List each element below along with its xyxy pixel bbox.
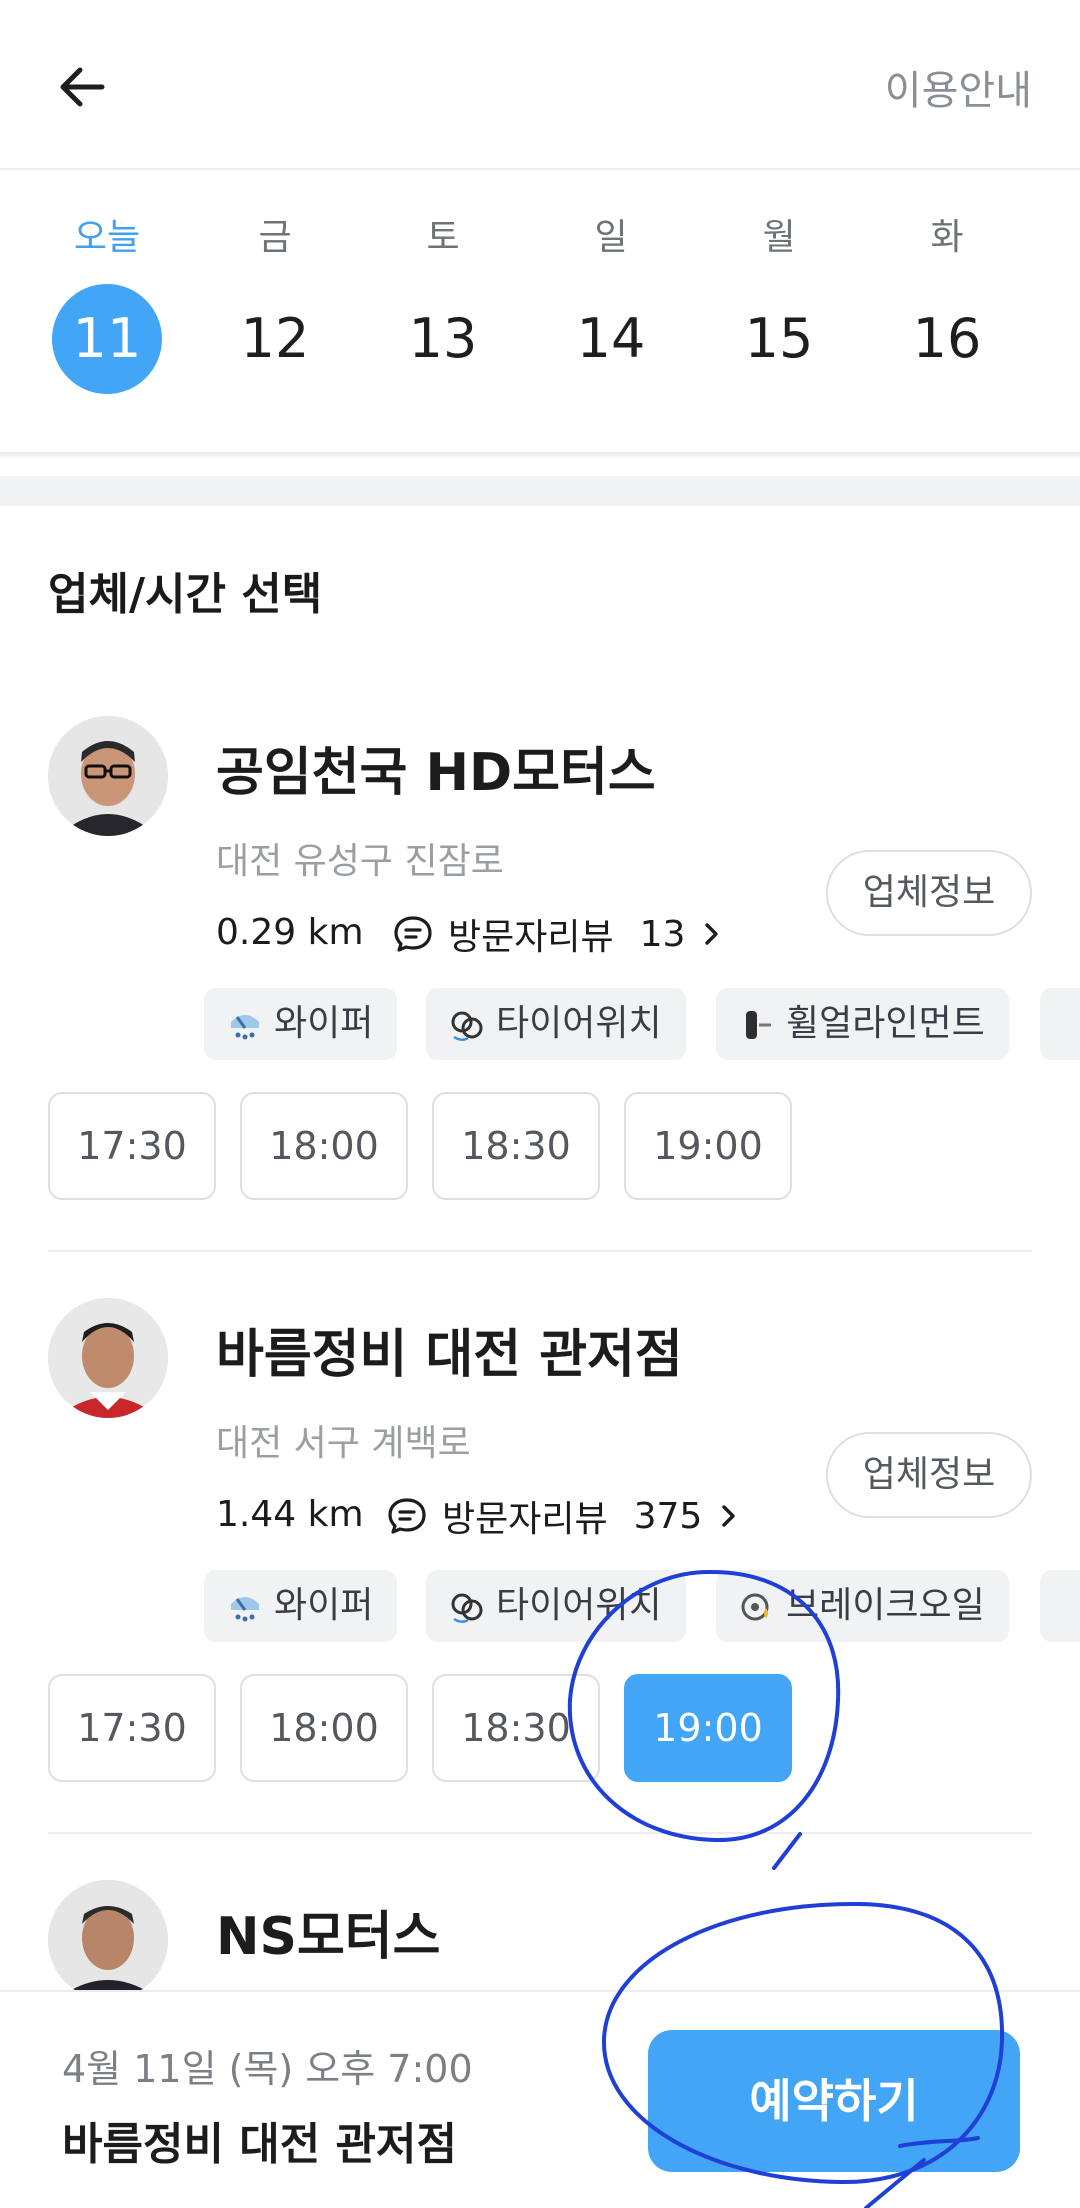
shop-info-button[interactable]: 업체정보 bbox=[826, 850, 1032, 936]
time-slot[interactable]: 18:00 bbox=[240, 1092, 408, 1200]
date-item-16[interactable]: 화 16 bbox=[882, 210, 1012, 394]
section-title: 업체/시간 선택 bbox=[48, 569, 323, 620]
review-label: 방문자리뷰 bbox=[448, 917, 614, 958]
shop-address: 대전 유성구 진잠로 bbox=[216, 841, 504, 882]
reservation-shop-name: 바름정비 대전 관저점 bbox=[62, 2119, 457, 2170]
chat-bubble-icon bbox=[394, 916, 432, 952]
shop-card: NS모터스 bbox=[0, 1880, 1080, 1990]
shop-card: 바름정비 대전 관저점 대전 서구 계백로 1.44 km 방문자리뷰 375 … bbox=[0, 1298, 1080, 1788]
arrow-left-icon bbox=[60, 67, 105, 107]
shop-divider bbox=[48, 1832, 1032, 1834]
service-tag-label: 와이퍼 bbox=[274, 1585, 374, 1626]
review-link[interactable]: 방문자리뷰 13 bbox=[392, 908, 723, 960]
service-tag[interactable]: 타이어위치 bbox=[426, 1570, 686, 1642]
date-item-13[interactable]: 토 13 bbox=[378, 210, 508, 394]
time-slot[interactable]: 19:00 bbox=[624, 1092, 792, 1200]
service-tag[interactable]: 와이퍼 bbox=[204, 988, 398, 1060]
time-slot[interactable]: 17:30 bbox=[48, 1674, 216, 1782]
chevron-right-icon bbox=[705, 923, 719, 945]
section-gap bbox=[0, 476, 1080, 506]
shop-name[interactable]: 공임천국 HD모터스 bbox=[216, 730, 656, 805]
date-item-15[interactable]: 월 15 bbox=[714, 210, 844, 394]
shop-distance: 1.44 km bbox=[216, 1494, 364, 1535]
tire-rotation-icon bbox=[451, 1593, 483, 1623]
wheel-alignment-icon bbox=[746, 1011, 771, 1039]
date-weekday: 일 bbox=[594, 217, 628, 258]
shop-name[interactable]: 바름정비 대전 관저점 bbox=[216, 1312, 683, 1387]
date-item-12[interactable]: 금 12 bbox=[210, 210, 340, 394]
wiper-icon bbox=[231, 1597, 259, 1622]
shop-card: 공임천국 HD모터스 대전 유성구 진잠로 0.29 km 방문자리뷰 13 업… bbox=[0, 716, 1080, 1206]
service-tag-more[interactable] bbox=[1040, 1570, 1080, 1642]
service-tag[interactable]: 타이어위치 bbox=[426, 988, 686, 1060]
date-item-14[interactable]: 일 14 bbox=[546, 210, 676, 394]
time-slot[interactable]: 18:30 bbox=[432, 1092, 600, 1200]
chat-bubble-icon bbox=[388, 1498, 426, 1534]
wiper-icon bbox=[231, 1015, 259, 1040]
back-button[interactable] bbox=[50, 52, 120, 122]
time-slot[interactable]: 17:30 bbox=[48, 1092, 216, 1200]
service-tag-more[interactable] bbox=[1040, 988, 1080, 1060]
top-bar: 이용안내 bbox=[0, 0, 1080, 168]
reserve-button[interactable]: 예약하기 bbox=[648, 2030, 1020, 2172]
date-number: 15 bbox=[744, 307, 814, 370]
reservation-datetime: 4월 11일 (목) 오후 7:00 bbox=[62, 2047, 473, 2091]
service-tag-label: 브레이크오일 bbox=[786, 1585, 985, 1626]
date-weekday: 오늘 bbox=[73, 217, 141, 258]
date-number: 12 bbox=[240, 307, 310, 370]
shop-info-button[interactable]: 업체정보 bbox=[826, 1432, 1032, 1518]
brake-oil-icon bbox=[741, 1593, 769, 1621]
usage-guide-link[interactable]: 이용안내 bbox=[885, 58, 1032, 116]
service-tags: 와이퍼 타이어위치 휠얼라인먼트 bbox=[204, 988, 1080, 1060]
avatar bbox=[48, 716, 168, 836]
review-label: 방문자리뷰 bbox=[442, 1499, 608, 1540]
shop-address: 대전 서구 계백로 bbox=[216, 1423, 471, 1464]
reservation-bar: 4월 11일 (목) 오후 7:00 바름정비 대전 관저점 예약하기 bbox=[0, 1990, 1080, 2208]
service-tag[interactable]: 브레이크오일 bbox=[716, 1570, 1009, 1642]
service-tags: 와이퍼 타이어위치 브레이크오일 bbox=[204, 1570, 1080, 1642]
date-strip-shadow bbox=[0, 452, 1080, 460]
service-tag[interactable]: 휠얼라인먼트 bbox=[716, 988, 1009, 1060]
service-tag-label: 타이어위치 bbox=[496, 1003, 662, 1044]
date-weekday: 월 bbox=[762, 217, 796, 258]
shop-distance: 0.29 km bbox=[216, 912, 364, 953]
date-selector: 오늘 11 금 12 토 13 일 14 월 15 화 16 bbox=[0, 170, 1080, 456]
review-count: 13 bbox=[639, 913, 686, 955]
service-tag[interactable]: 와이퍼 bbox=[204, 1570, 398, 1642]
annotation-tail-time-slot bbox=[772, 1832, 802, 1870]
service-tag-label: 타이어위치 bbox=[496, 1585, 662, 1626]
date-weekday: 금 bbox=[258, 217, 292, 258]
date-number: 16 bbox=[912, 307, 982, 370]
avatar bbox=[48, 1880, 168, 1990]
date-weekday: 토 bbox=[426, 217, 460, 258]
service-tag-label: 와이퍼 bbox=[274, 1003, 374, 1044]
date-weekday: 화 bbox=[930, 217, 964, 258]
time-slots: 17:30 18:00 18:30 19:00 bbox=[48, 1092, 1048, 1202]
time-slot[interactable]: 18:00 bbox=[240, 1674, 408, 1782]
review-count: 375 bbox=[633, 1495, 703, 1537]
time-slots: 17:30 18:00 18:30 19:00 bbox=[48, 1674, 1048, 1784]
service-tag-label: 휠얼라인먼트 bbox=[786, 1003, 985, 1044]
shop-divider bbox=[48, 1250, 1032, 1252]
time-slot-selected[interactable]: 19:00 bbox=[624, 1674, 792, 1782]
date-item-11[interactable]: 오늘 11 bbox=[42, 210, 172, 394]
review-link[interactable]: 방문자리뷰 375 bbox=[386, 1490, 740, 1542]
avatar bbox=[48, 1298, 168, 1418]
date-number: 14 bbox=[576, 307, 646, 370]
shop-name[interactable]: NS모터스 bbox=[216, 1894, 441, 1969]
chevron-right-icon bbox=[722, 1505, 736, 1527]
date-number: 13 bbox=[408, 307, 478, 370]
time-slot[interactable]: 18:30 bbox=[432, 1674, 600, 1782]
date-number: 11 bbox=[52, 284, 162, 394]
tire-rotation-icon bbox=[451, 1011, 483, 1041]
